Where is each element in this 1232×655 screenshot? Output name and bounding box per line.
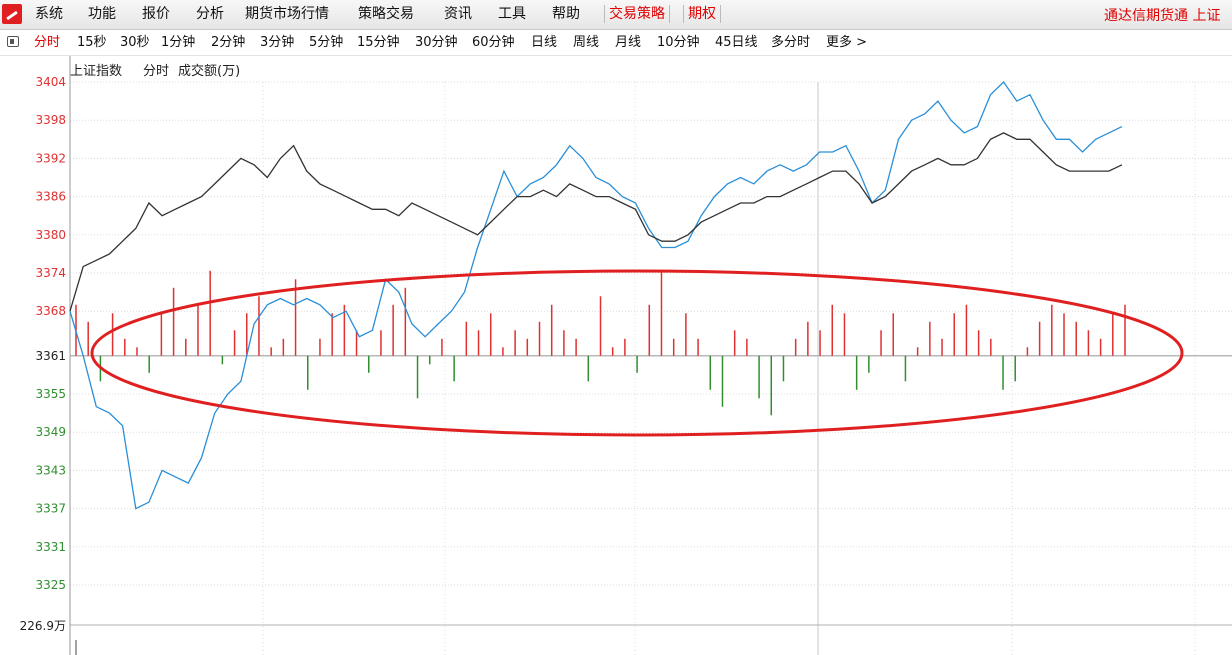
y-tick-label: 3386 xyxy=(35,190,66,204)
y-tick-label: 3368 xyxy=(35,304,66,318)
average-price-line xyxy=(69,132,1123,312)
y-tick-label: 3361 xyxy=(35,349,66,363)
highlight-ellipse xyxy=(90,269,1184,437)
intraday-chart[interactable]: 3404 3398 3392 3386 3380 3374 3368 3361 3355 3349… xyxy=(0,0,1232,655)
y-tick-label: 3392 xyxy=(35,151,66,165)
y-tick-label: 3325 xyxy=(35,578,66,592)
y-tick-label: 3404 xyxy=(35,75,66,89)
y-tick-label: 3337 xyxy=(35,502,66,516)
y-tick-label: 3343 xyxy=(35,463,66,477)
y-tick-label: 3331 xyxy=(35,540,66,554)
y-tick-label: 3355 xyxy=(35,387,66,401)
y-tick-label: 3374 xyxy=(35,266,66,280)
y-tick-label: 3349 xyxy=(35,425,66,439)
price-lines xyxy=(69,80,1123,510)
chart-title: 上证指数 xyxy=(70,64,122,79)
chart-mode-label: 分时 xyxy=(143,64,169,79)
price-line xyxy=(69,80,1123,510)
volume-axis-label: 226.9万 xyxy=(20,619,66,633)
price-axis: 3404 3398 3392 3386 3380 3374 3368 3361 3355 3349… xyxy=(20,56,77,655)
y-tick-label: 3398 xyxy=(35,113,66,127)
volume-unit-label: 成交额(万) xyxy=(178,63,240,79)
y-tick-label: 3380 xyxy=(35,228,66,242)
